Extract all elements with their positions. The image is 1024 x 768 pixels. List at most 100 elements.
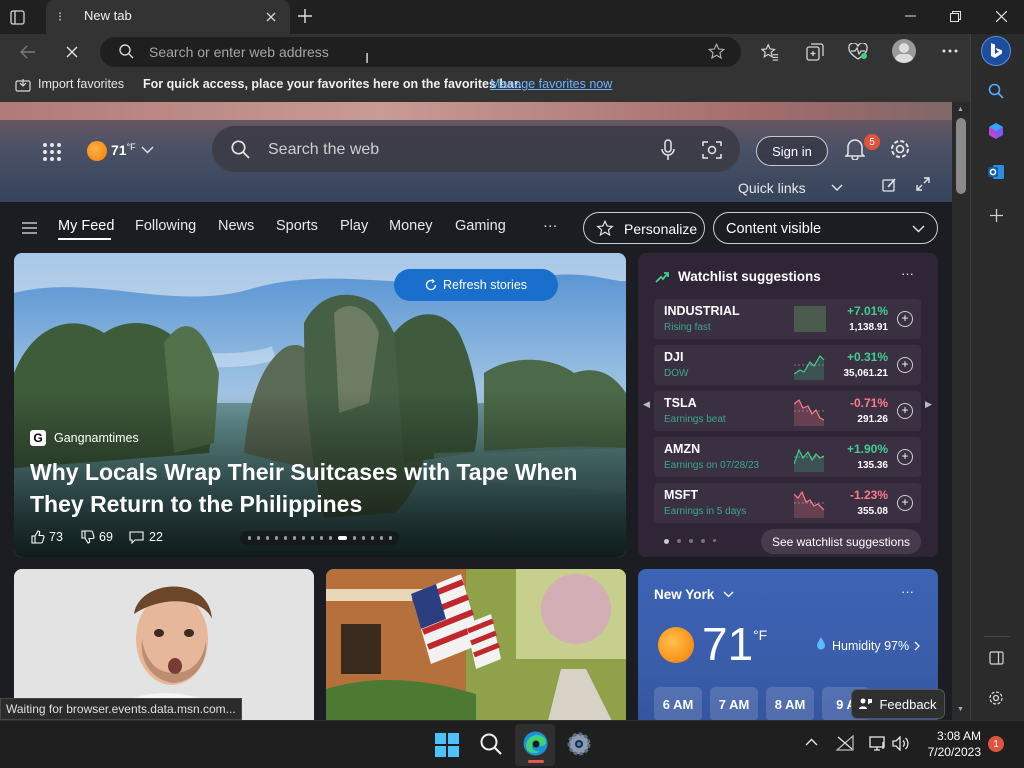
volume-icon[interactable]: [892, 736, 909, 751]
watchlist-next-icon[interactable]: ▶: [925, 399, 932, 410]
carousel-dot[interactable]: [302, 536, 305, 540]
outlook-icon[interactable]: [986, 162, 1006, 182]
add-to-watchlist-button[interactable]: +: [897, 495, 913, 511]
weather-city[interactable]: New York: [654, 587, 714, 602]
carousel-dot[interactable]: [362, 536, 365, 540]
watchlist-row-dji[interactable]: DJI DOW +0.31% 35,061.21 +: [654, 345, 921, 385]
settings-app-icon[interactable]: [567, 732, 591, 756]
carousel-dot[interactable]: [320, 536, 323, 540]
no-internet-icon[interactable]: [836, 735, 854, 751]
address-input[interactable]: Search or enter web address: [149, 44, 329, 60]
carousel-dot[interactable]: [257, 536, 260, 540]
start-windows-icon[interactable]: [435, 733, 459, 757]
carousel-dot[interactable]: [353, 536, 356, 540]
import-favorites-button[interactable]: Import favorites: [38, 77, 124, 91]
carousel-dot[interactable]: [311, 536, 314, 540]
carousel-dot-active[interactable]: [338, 536, 347, 540]
comments-button[interactable]: 22: [129, 530, 163, 544]
weather-chip-chevron-icon[interactable]: [141, 146, 154, 154]
watchlist-row-msft[interactable]: MSFT Earnings in 5 days -1.23% 355.08 +: [654, 483, 921, 523]
carousel-dot[interactable]: [371, 536, 374, 540]
tab-news[interactable]: News: [218, 218, 254, 234]
app-launcher-icon[interactable]: [42, 142, 62, 162]
carousel-dot[interactable]: [284, 536, 287, 540]
new-tab-icon[interactable]: [295, 6, 315, 26]
tab-money[interactable]: Money: [389, 218, 433, 234]
carousel-dot[interactable]: [329, 536, 332, 540]
personalize-button[interactable]: Personalize: [583, 212, 705, 244]
bing-chat-button[interactable]: [981, 36, 1011, 66]
hour-slot[interactable]: 6 AM: [654, 687, 702, 720]
feedback-button[interactable]: Feedback: [851, 689, 945, 719]
edge-browser-icon[interactable]: [523, 731, 548, 756]
carousel-dot[interactable]: [389, 536, 392, 540]
see-watchlist-button[interactable]: See watchlist suggestions: [761, 529, 921, 554]
watchlist-more-icon[interactable]: ···: [901, 266, 914, 281]
restore-icon[interactable]: [945, 8, 965, 24]
watchlist-page-dots[interactable]: [664, 539, 716, 544]
page-settings-gear-icon[interactable]: [889, 138, 911, 160]
back-icon[interactable]: [18, 42, 38, 62]
add-to-watchlist-button[interactable]: +: [897, 357, 913, 373]
watchlist-row-amzn[interactable]: AMZN Earnings on 07/28/23 +1.90% 135.36 +: [654, 437, 921, 477]
refresh-stories-button[interactable]: Refresh stories: [394, 269, 558, 301]
dislike-button[interactable]: 69: [81, 530, 113, 544]
humidity-chevron-icon[interactable]: [914, 641, 920, 651]
carousel-dot[interactable]: [248, 536, 251, 540]
hero-source[interactable]: Gangnamtimes: [54, 431, 139, 445]
close-window-icon[interactable]: [991, 8, 1011, 24]
expand-icon[interactable]: [916, 177, 930, 191]
add-to-watchlist-button[interactable]: +: [897, 449, 913, 465]
close-tab-icon[interactable]: [262, 8, 280, 26]
visual-search-icon[interactable]: [702, 140, 722, 160]
weather-more-icon[interactable]: ···: [901, 584, 914, 599]
quick-links-toggle[interactable]: Quick links: [738, 180, 806, 196]
hide-sidebar-icon[interactable]: [986, 648, 1006, 668]
carousel-dot[interactable]: [380, 536, 383, 540]
import-favorites-icon[interactable]: [14, 76, 32, 94]
edit-background-icon[interactable]: [882, 178, 897, 192]
notifications-bell-icon[interactable]: [845, 138, 865, 160]
more-menu-icon[interactable]: [940, 41, 960, 61]
profile-avatar[interactable]: [892, 39, 916, 63]
tab-my-feed[interactable]: My Feed: [58, 218, 114, 234]
page-scrollbar[interactable]: ▲ ▼: [952, 102, 970, 720]
feed-menu-icon[interactable]: [22, 222, 37, 234]
scroll-down-icon[interactable]: ▼: [957, 706, 964, 713]
browser-essentials-icon[interactable]: [846, 41, 870, 63]
favorites-icon[interactable]: [759, 41, 781, 63]
tab-play[interactable]: Play: [340, 218, 368, 234]
web-search-input[interactable]: Search the web: [268, 141, 379, 159]
manage-favorites-link[interactable]: Manage favorites now: [490, 77, 612, 91]
voice-search-icon[interactable]: [660, 139, 676, 161]
scroll-up-icon[interactable]: ▲: [957, 106, 964, 113]
add-to-watchlist-button[interactable]: +: [897, 403, 913, 419]
minimize-icon[interactable]: [900, 8, 920, 24]
city-chevron-icon[interactable]: [723, 591, 734, 598]
carousel-dot[interactable]: [293, 536, 296, 540]
hour-slot[interactable]: 8 AM: [766, 687, 814, 720]
scrollbar-thumb[interactable]: [956, 118, 966, 194]
content-visible-dropdown[interactable]: Content visible: [713, 212, 938, 244]
tab-sports[interactable]: Sports: [276, 218, 318, 234]
hour-slot[interactable]: 7 AM: [710, 687, 758, 720]
tab-following[interactable]: Following: [135, 218, 196, 234]
weather-chip[interactable]: 71°F: [111, 142, 136, 158]
tab-actions-icon[interactable]: [8, 8, 26, 26]
hero-title[interactable]: Why Locals Wrap Their Suitcases with Tap…: [30, 456, 590, 520]
watchlist-row-tsla[interactable]: TSLA Earnings beat -0.71% 291.26 +: [654, 391, 921, 431]
carousel-indicator[interactable]: [240, 531, 399, 545]
sidebar-search-icon[interactable]: [986, 81, 1006, 101]
like-button[interactable]: 73: [31, 530, 63, 544]
add-to-watchlist-button[interactable]: +: [897, 311, 913, 327]
tab-new-tab[interactable]: [46, 0, 290, 34]
tab-gaming[interactable]: Gaming: [455, 218, 506, 234]
collections-icon[interactable]: [804, 41, 826, 63]
add-sidebar-app-icon[interactable]: [986, 205, 1006, 225]
sidebar-settings-icon[interactable]: [986, 688, 1006, 708]
carousel-dot[interactable]: [266, 536, 269, 540]
add-favorite-star-icon[interactable]: [706, 41, 726, 61]
sign-in-button[interactable]: Sign in: [756, 136, 828, 166]
notification-center-badge[interactable]: 1: [988, 736, 1004, 752]
watchlist-row-industrial[interactable]: INDUSTRIAL Rising fast +7.01% 1,138.91 +: [654, 299, 921, 339]
